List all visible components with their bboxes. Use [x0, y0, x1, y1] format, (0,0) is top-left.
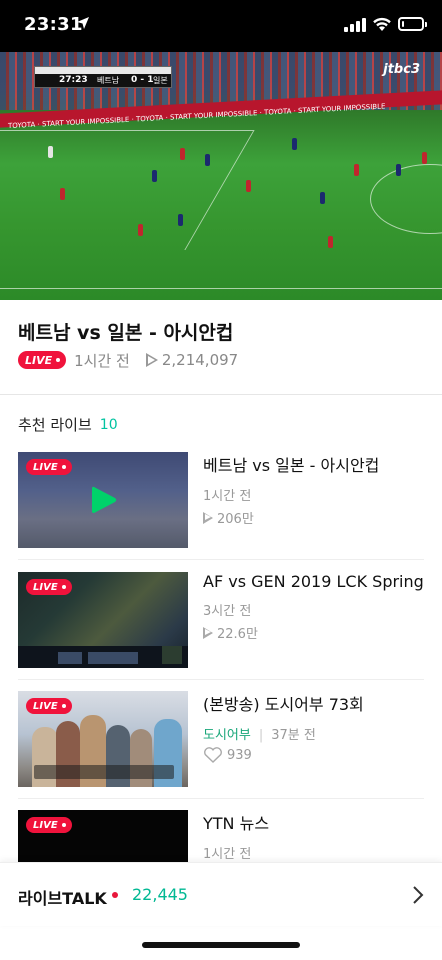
- home-indicator[interactable]: [142, 942, 300, 948]
- video-title: 베트남 vs 일본 - 아시안컵: [18, 322, 234, 344]
- player-figure: [422, 152, 427, 164]
- item-time-ago: 3시간 전: [203, 604, 252, 619]
- item-divider: [18, 559, 424, 560]
- play-count-icon: [203, 511, 213, 524]
- status-bar: 23:31: [0, 0, 442, 52]
- wifi-icon: [373, 17, 391, 31]
- item-time-ago: 1시간 전: [203, 489, 252, 504]
- recommended-count: 10: [99, 416, 118, 433]
- item-time-ago: 37분 전: [271, 728, 316, 743]
- heart-icon: [204, 747, 222, 763]
- item-stats: 206만: [203, 508, 423, 527]
- item-info: (본방송) 도시어부 73회 도시어부 | 37분 전 939: [203, 691, 423, 763]
- item-divider: [18, 798, 424, 799]
- list-item[interactable]: LIVE 베트남 vs 일본 - 아시안컵 1시간 전 206만: [18, 452, 424, 570]
- live-indicator-dot: [112, 892, 118, 898]
- video-time-ago: 1시간 전: [74, 351, 130, 370]
- play-count-icon: [203, 626, 213, 639]
- player-figure: [205, 154, 210, 166]
- scorebug: 27:23 베트남 0 - 1 일본: [34, 66, 172, 88]
- live-badge: LIVE: [18, 351, 67, 369]
- item-meta: 도시어부 | 37분 전: [203, 728, 316, 743]
- player-figure: [292, 138, 297, 150]
- video-caption: [34, 765, 174, 779]
- live-badge: LIVE: [26, 579, 72, 595]
- item-info: AF vs GEN 2019 LCK Spring 3시간 전 22.6만: [203, 572, 424, 642]
- item-channel[interactable]: 도시어부: [203, 728, 251, 743]
- video-player[interactable]: TOYOTA · START YOUR IMPOSSIBLE · TOYOTA …: [0, 52, 442, 300]
- field-line: [0, 130, 255, 250]
- list-item[interactable]: LIVE (본방송) 도시어부 73회 도시어부 | 37분 전 939: [18, 691, 424, 809]
- player-figure: [48, 146, 53, 158]
- thumbnail[interactable]: LIVE: [18, 572, 188, 668]
- cellular-signal-icon: [344, 18, 366, 32]
- player-figure: [138, 224, 143, 236]
- video-view-count: 2,214,097: [161, 351, 239, 369]
- scorebug-score: 0 - 1: [131, 75, 154, 85]
- play-icon[interactable]: [90, 485, 118, 515]
- center-circle: [370, 164, 442, 234]
- item-title: AF vs GEN 2019 LCK Spring: [203, 572, 424, 591]
- scorebug-team-2: 일본: [153, 76, 168, 85]
- live-badge: LIVE: [26, 817, 72, 833]
- thumbnail[interactable]: LIVE: [18, 691, 188, 787]
- live-badge: LIVE: [26, 459, 72, 475]
- live-talk-count: 22,445: [132, 885, 188, 904]
- player-figure: [178, 214, 183, 226]
- scorebug-team-1: 베트남: [97, 76, 120, 85]
- game-hud: [18, 646, 188, 668]
- channel-logo: jtbc3: [383, 62, 420, 77]
- live-badge: LIVE: [26, 698, 72, 714]
- player-figure: [328, 236, 333, 248]
- item-info: YTN 뉴스 1시간 전: [203, 810, 423, 862]
- player-figure: [396, 164, 401, 176]
- player-figure: [60, 188, 65, 200]
- field-line: [0, 288, 442, 289]
- recommended-live-heading: 추천 라이브 10: [18, 416, 118, 434]
- item-stats: 939: [203, 747, 423, 763]
- location-arrow-icon: [77, 17, 89, 29]
- item-stats: 22.6만: [203, 623, 423, 642]
- item-divider: [18, 679, 424, 680]
- player-figure: [354, 164, 359, 176]
- item-title: (본방송) 도시어부 73회: [203, 695, 364, 714]
- battery-icon: [398, 17, 427, 31]
- live-talk-bar[interactable]: 라이브TALK 22,445: [0, 862, 442, 926]
- item-title: 베트남 vs 일본 - 아시안컵: [203, 456, 380, 475]
- player-figure: [246, 180, 251, 192]
- player-figure: [320, 192, 325, 204]
- item-info: 베트남 vs 일본 - 아시안컵 1시간 전 206만: [203, 452, 423, 527]
- player-figure: [152, 170, 157, 182]
- section-divider: [0, 394, 442, 395]
- item-title: YTN 뉴스: [203, 814, 270, 833]
- match-clock: 27:23: [59, 75, 88, 85]
- status-time: 23:31: [24, 14, 83, 35]
- player-figure: [180, 148, 185, 160]
- thumbnail[interactable]: LIVE: [18, 452, 188, 548]
- play-count-icon: [145, 353, 158, 367]
- live-talk-label: 라이브TALK: [18, 889, 107, 908]
- chevron-right-icon[interactable]: [412, 885, 424, 905]
- list-item[interactable]: LIVE AF vs GEN 2019 LCK Spring 3시간 전 22.…: [18, 572, 424, 690]
- item-time-ago: 1시간 전: [203, 847, 252, 862]
- video-meta: LIVE 1시간 전 2,214,097: [18, 350, 238, 370]
